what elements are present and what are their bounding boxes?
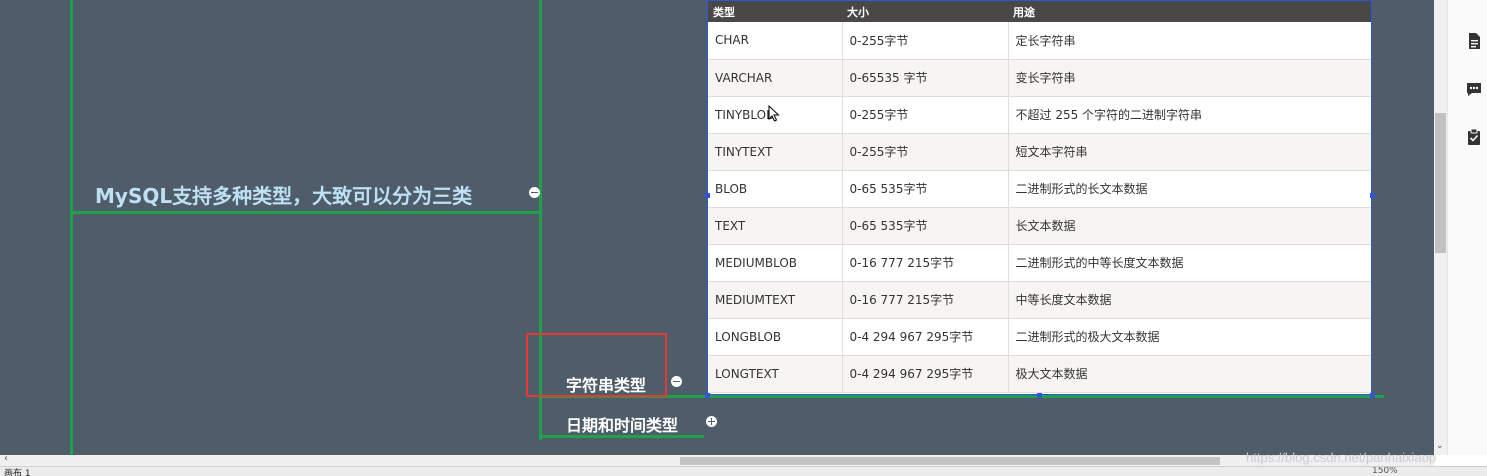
string-type-topic[interactable]: 字符串类型 (566, 372, 646, 396)
document-icon[interactable] (1465, 32, 1483, 50)
type-cell: TEXT (708, 207, 843, 245)
comment-icon[interactable] (1465, 80, 1483, 98)
size-cell: 0-16 777 215字节 (842, 244, 1009, 282)
mouse-cursor-icon (768, 105, 780, 122)
datetime-type-topic[interactable]: 日期和时间类型 (566, 412, 678, 436)
vertical-scrollbar[interactable]: ⌄ (1434, 0, 1447, 455)
table-row: BLOB 0-65 535字节 二进制形式的长文本数据 (708, 170, 1371, 208)
status-bar: 画布 1 150% (0, 466, 1487, 476)
size-cell: 0-65535 字节 (842, 59, 1009, 97)
size-cell: 0-255字节 (842, 133, 1009, 171)
resize-handle[interactable] (705, 393, 710, 398)
vertical-scrollbar-thumb[interactable] (1435, 113, 1446, 253)
type-cell: TINYTEXT (708, 133, 843, 171)
size-cell: 0-4 294 967 295字节 (842, 355, 1009, 393)
zoom-level[interactable]: 150% (1372, 467, 1398, 476)
table-row: TINYTEXT 0-255字节 短文本字符串 (708, 133, 1371, 171)
header-size: 大小 (842, 1, 1008, 22)
size-cell: 0-4 294 967 295字节 (842, 318, 1009, 356)
usage-cell: 极大文本数据 (1008, 355, 1371, 393)
data-type-table-image[interactable]: 类型 大小 用途 CHAR 0-255字节 定长字符串 VARCHAR 0-65535… (707, 0, 1372, 395)
scroll-left-arrow-icon[interactable]: ‹ (4, 453, 8, 464)
expand-toggle-icon[interactable] (706, 416, 717, 427)
table-row: MEDIUMBLOB 0-16 777 215字节 二进制形式的中等长度文本数据 (708, 244, 1371, 282)
data-type-table: 类型 大小 用途 CHAR 0-255字节 定长字符串 VARCHAR 0-65535… (708, 1, 1371, 393)
horizontal-scrollbar-thumb[interactable] (680, 457, 1220, 465)
resize-handle[interactable] (1370, 193, 1375, 198)
mindmap-canvas[interactable]: MySQL支持多种类型，大致可以分为三类 字符串类型 日期和时间类型 类型 大小… (0, 0, 1434, 455)
header-type: 类型 (708, 1, 842, 22)
type-cell: LONGBLOB (708, 318, 843, 356)
resize-handle[interactable] (1037, 393, 1042, 398)
type-cell: LONGTEXT (708, 355, 843, 393)
usage-cell: 不超过 255 个字符的二进制字符串 (1008, 96, 1371, 134)
table-row: CHAR 0-255字节 定长字符串 (708, 22, 1371, 60)
usage-cell: 定长字符串 (1008, 22, 1371, 60)
type-cell: MEDIUMBLOB (708, 244, 843, 282)
table-row: TEXT 0-65 535字节 长文本数据 (708, 207, 1371, 245)
header-usage: 用途 (1008, 1, 1371, 22)
watermark-text: https://blog.csdn.net/panhaixiaop (1246, 450, 1437, 465)
usage-cell: 二进制形式的极大文本数据 (1008, 318, 1371, 356)
resize-handle[interactable] (1370, 393, 1375, 398)
table-header-row: 类型 大小 用途 (708, 1, 1371, 22)
usage-cell: 变长字符串 (1008, 59, 1371, 97)
collapse-toggle-icon[interactable] (529, 187, 540, 198)
resize-handle[interactable] (705, 193, 710, 198)
collapse-toggle-icon[interactable] (671, 376, 682, 387)
branch-line (70, 211, 542, 214)
right-tool-panel (1447, 0, 1487, 455)
clipboard-check-icon[interactable] (1465, 128, 1483, 146)
table-row: LONGBLOB 0-4 294 967 295字节 二进制形式的极大文本数据 (708, 318, 1371, 356)
type-cell: BLOB (708, 170, 843, 208)
table-row: MEDIUMTEXT 0-16 777 215字节 中等长度文本数据 (708, 281, 1371, 319)
type-cell: MEDIUMTEXT (708, 281, 843, 319)
size-cell: 0-65 535字节 (842, 207, 1009, 245)
usage-cell: 二进制形式的中等长度文本数据 (1008, 244, 1371, 282)
main-topic[interactable]: MySQL支持多种类型，大致可以分为三类 (95, 180, 472, 209)
size-cell: 0-255字节 (842, 96, 1009, 134)
usage-cell: 中等长度文本数据 (1008, 281, 1371, 319)
branch-line (70, 0, 73, 455)
horizontal-scrollbar[interactable]: ‹ (0, 453, 1434, 466)
usage-cell: 长文本数据 (1008, 207, 1371, 245)
table-row: VARCHAR 0-65535 字节 变长字符串 (708, 59, 1371, 97)
size-cell: 0-16 777 215字节 (842, 281, 1009, 319)
type-cell: CHAR (708, 22, 843, 60)
size-cell: 0-65 535字节 (842, 170, 1009, 208)
size-cell: 0-255字节 (842, 22, 1009, 60)
sheet-tab[interactable]: 画布 1 (4, 467, 31, 476)
type-cell: VARCHAR (708, 59, 843, 97)
usage-cell: 短文本字符串 (1008, 133, 1371, 171)
usage-cell: 二进制形式的长文本数据 (1008, 170, 1371, 208)
table-row: TINYBLOB 0-255字节 不超过 255 个字符的二进制字符串 (708, 96, 1371, 134)
table-row: LONGTEXT 0-4 294 967 295字节 极大文本数据 (708, 355, 1371, 393)
scroll-down-arrow-icon[interactable]: ⌄ (1436, 441, 1444, 451)
